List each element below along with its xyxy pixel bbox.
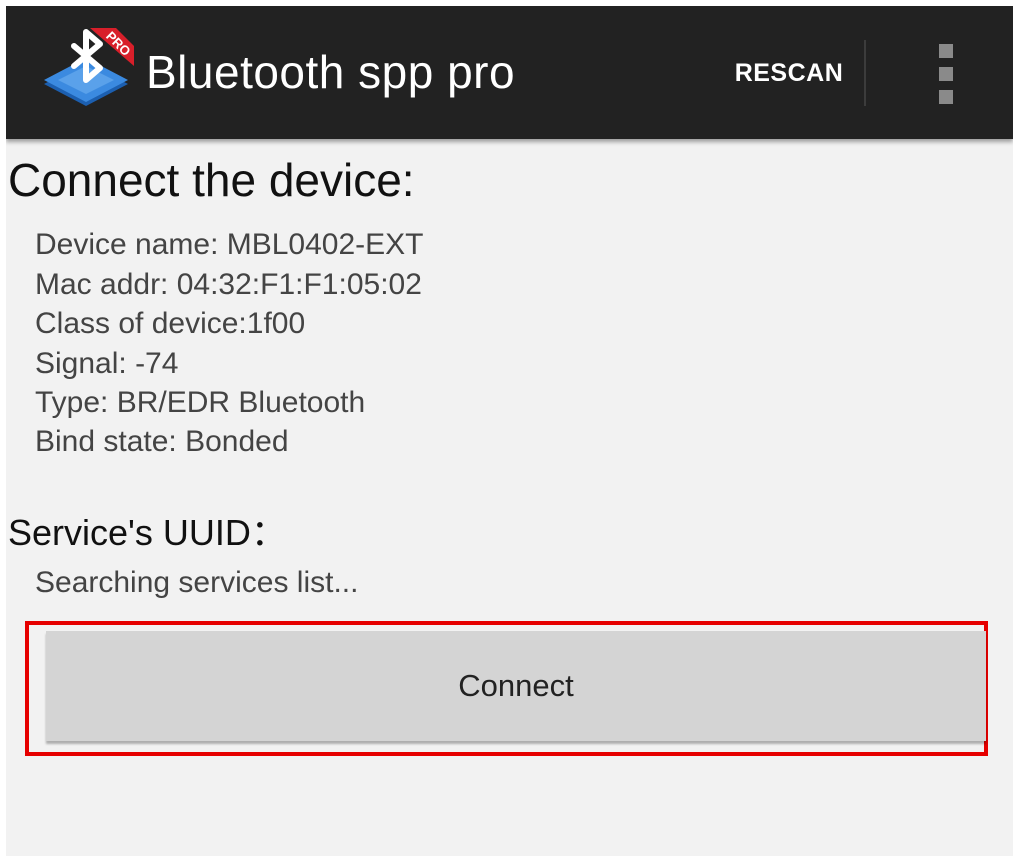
overflow-menu-icon[interactable] [926,42,966,106]
mac-address-text: Mac addr: 04:32:F1:F1:05:02 [35,268,422,301]
actionbar-divider [864,40,866,106]
app-title: Bluetooth spp pro [146,46,516,98]
action-bar: PRO Bluetooth spp pro RESCAN [6,6,1013,139]
device-name-text: Device name: MBL0402-EXT [35,228,424,261]
bluetooth-icon: PRO [38,22,134,118]
bind-state-text: Bind state: Bonded [35,425,289,458]
device-class-text: Class of device:1f00 [35,307,306,340]
connect-button[interactable]: Connect [46,631,986,741]
connect-device-heading: Connect the device: [8,154,415,206]
service-uuid-heading: Service's UUID： [8,512,287,553]
device-type-text: Type: BR/EDR Bluetooth [35,386,366,419]
service-status-text: Searching services list... [35,566,359,599]
signal-text: Signal: -74 [35,347,179,380]
rescan-button[interactable]: RESCAN [724,56,854,90]
app-screen: PRO Bluetooth spp pro RESCAN Connect the… [6,6,1013,856]
